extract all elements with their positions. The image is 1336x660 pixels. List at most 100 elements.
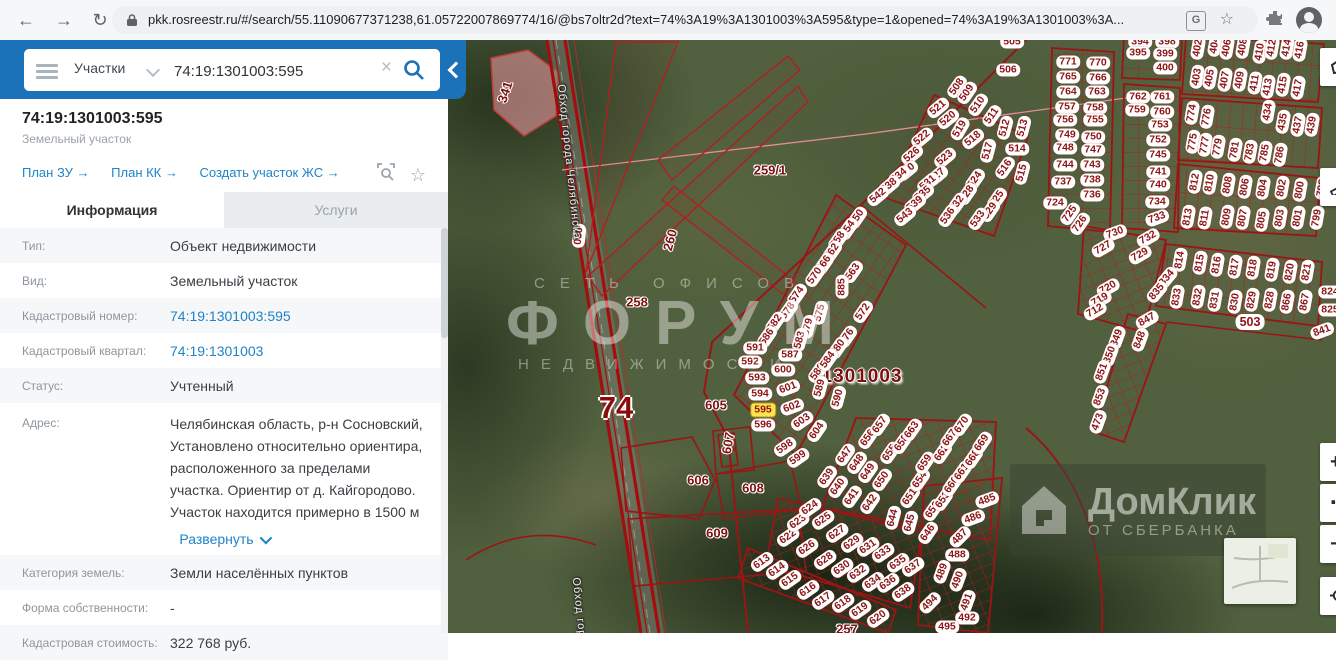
quarter-label-606[interactable]: 606 — [687, 473, 709, 488]
parcel-label-867[interactable]: 867 — [1296, 289, 1314, 315]
zoom-extent-button[interactable]: ⋯ — [1320, 484, 1336, 522]
parcel-label-783[interactable]: 783 — [1241, 139, 1259, 165]
quarter-label-609[interactable]: 609 — [706, 526, 728, 541]
parcel-label-812[interactable]: 812 — [1186, 169, 1204, 195]
parcel-label-587[interactable]: 587 — [778, 348, 802, 362]
parcel-label-749[interactable]: 749 — [1055, 128, 1079, 142]
parcel-label-473[interactable]: 473 — [1087, 408, 1109, 436]
parcel-label-712[interactable]: 712 — [1081, 299, 1109, 323]
parcel-label-753[interactable]: 753 — [1148, 118, 1172, 132]
search-category-select[interactable]: Участки — [74, 60, 125, 76]
parcel-label-831[interactable]: 831 — [1206, 287, 1224, 313]
parcel-label-818[interactable]: 818 — [1244, 255, 1262, 281]
parcel-label-785[interactable]: 785 — [1256, 140, 1274, 166]
parcel-label-572[interactable]: 572 — [850, 298, 876, 326]
quarter-label-605[interactable]: 605 — [705, 398, 727, 413]
map-tool-measure-button[interactable] — [1320, 168, 1336, 206]
parcel-label-764[interactable]: 764 — [1056, 85, 1080, 99]
parcel-label-503[interactable]: 503 — [1235, 314, 1265, 330]
parcel-label-488[interactable]: 488 — [945, 548, 969, 562]
translate-icon[interactable]: G — [1186, 11, 1206, 31]
parcel-label-832[interactable]: 832 — [1189, 284, 1207, 310]
zoom-in-button[interactable]: + — [1320, 443, 1336, 481]
parcel-label-825[interactable]: 825 — [1318, 303, 1336, 317]
parcel-label-734[interactable]: 734 — [1145, 195, 1169, 209]
scrollbar-thumb[interactable] — [441, 228, 448, 338]
parcel-label-786[interactable]: 786 — [1271, 142, 1289, 168]
parcel-label-821[interactable]: 821 — [1298, 259, 1316, 285]
profile-avatar[interactable] — [1296, 7, 1322, 33]
parcel-label-750[interactable]: 750 — [1081, 130, 1105, 144]
parcel-label-417[interactable]: 417 — [1289, 75, 1307, 101]
map-tool-select-area-button[interactable] — [1320, 48, 1336, 86]
parcel-label-487[interactable]: 487 — [947, 524, 973, 550]
parcel-label-570[interactable]: 570 — [802, 262, 828, 290]
quarter-label-608[interactable]: 608 — [742, 481, 764, 496]
parcel-label-848[interactable]: 848 — [1129, 326, 1151, 354]
field-value-link[interactable]: 74:19:1301003 — [170, 343, 273, 359]
parcel-label-593[interactable]: 593 — [745, 371, 769, 385]
favorite-star-icon[interactable]: ☆ — [410, 165, 426, 185]
parcel-label-536[interactable]: 536 — [935, 202, 961, 230]
clear-search-icon[interactable]: × — [381, 57, 392, 79]
parcel-label-591[interactable]: 591 — [743, 341, 767, 355]
parcel-label-400[interactable]: 400 — [1153, 61, 1177, 75]
parcel-label-841[interactable]: 841 — [1308, 320, 1336, 342]
plan-kk-link[interactable]: План КК → — [111, 165, 178, 180]
parcel-label-594[interactable]: 594 — [748, 387, 772, 401]
parcel-label-727[interactable]: 727 — [1089, 236, 1117, 260]
parcel-label-601[interactable]: 601 — [774, 377, 802, 399]
parcel-label-733[interactable]: 733 — [1143, 207, 1171, 229]
parcel-label-512[interactable]: 512 — [995, 114, 1015, 142]
parcel-label-830[interactable]: 830 — [1226, 289, 1244, 315]
parcel-label-885[interactable]: 885 — [835, 275, 849, 299]
parcel-label-506[interactable]: 506 — [996, 63, 1020, 77]
parcel-label-805[interactable]: 805 — [1253, 207, 1271, 233]
search-on-map-icon[interactable] — [377, 163, 399, 185]
parcel-label-406[interactable]: 406 — [1218, 40, 1236, 61]
parcel-label-776[interactable]: 776 — [1198, 104, 1216, 130]
parcel-label-804[interactable]: 804 — [1254, 175, 1272, 201]
parcel-label-745[interactable]: 745 — [1146, 148, 1170, 162]
parcel-label-736[interactable]: 736 — [1080, 188, 1104, 202]
address-bar[interactable]: pkk.rosreestr.ru/#/search/55.11090677371… — [112, 6, 1258, 34]
parcel-label-807[interactable]: 807 — [1234, 205, 1252, 231]
parcel-label-437[interactable]: 437 — [1289, 112, 1307, 138]
parcel-label-737[interactable]: 737 — [1051, 175, 1075, 189]
parcel-label-824[interactable]: 824 — [1318, 285, 1336, 299]
parcel-label-774[interactable]: 774 — [1183, 100, 1201, 126]
plan-zu-link[interactable]: План ЗУ → — [22, 165, 90, 180]
selected-parcel-label[interactable]: 595 — [750, 402, 776, 418]
parcel-label-413[interactable]: 413 — [1259, 74, 1277, 100]
parcel-label-495[interactable]: 495 — [935, 620, 959, 633]
parcel-label-494[interactable]: 494 — [917, 590, 943, 616]
parcel-label-646[interactable]: 646 — [915, 519, 941, 547]
parcel-label-803[interactable]: 803 — [1271, 205, 1289, 231]
lock-icon[interactable] — [126, 13, 138, 32]
parcel-label-513[interactable]: 513 — [1013, 114, 1033, 142]
parcel-label-402[interactable]: 402 — [1189, 40, 1207, 61]
parcel-label-817[interactable]: 817 — [1226, 254, 1244, 280]
cadastral-map[interactable]: 341 259/1 260 258 74 1301003 605 606 607 608 609 50… — [448, 40, 1336, 633]
parcel-label-829[interactable]: 829 — [1243, 287, 1261, 313]
zoom-out-button[interactable]: − — [1320, 525, 1336, 563]
parcel-label-744[interactable]: 744 — [1053, 158, 1077, 172]
parcel-label-434[interactable]: 434 — [1259, 99, 1277, 125]
parcel-label-748[interactable]: 748 — [1053, 141, 1077, 155]
parcel-label-815[interactable]: 815 — [1191, 250, 1209, 276]
quarter-label-259/1[interactable]: 259/1 — [754, 163, 787, 178]
parcel-label-809[interactable]: 809 — [1218, 204, 1236, 230]
parcel-label-851[interactable]: 851 — [1091, 358, 1113, 386]
parcel-label-738[interactable]: 738 — [1080, 173, 1104, 187]
parcel-label-802[interactable]: 802 — [1273, 175, 1291, 201]
parcel-label-866[interactable]: 866 — [1278, 289, 1296, 315]
bookmark-star-icon[interactable]: ☆ — [1220, 9, 1234, 29]
url-text[interactable]: pkk.rosreestr.ru/#/search/55.11090677371… — [148, 12, 1208, 27]
parcel-label-752[interactable]: 752 — [1146, 133, 1170, 147]
parcel-label-819[interactable]: 819 — [1263, 257, 1281, 283]
parcel-label-724[interactable]: 724 — [1043, 196, 1067, 210]
parcel-label-801[interactable]: 801 — [1289, 205, 1307, 231]
parcel-label-762[interactable]: 762 — [1126, 90, 1150, 104]
quarter-label-258[interactable]: 258 — [626, 295, 648, 310]
parcel-label-781[interactable]: 781 — [1226, 137, 1244, 163]
